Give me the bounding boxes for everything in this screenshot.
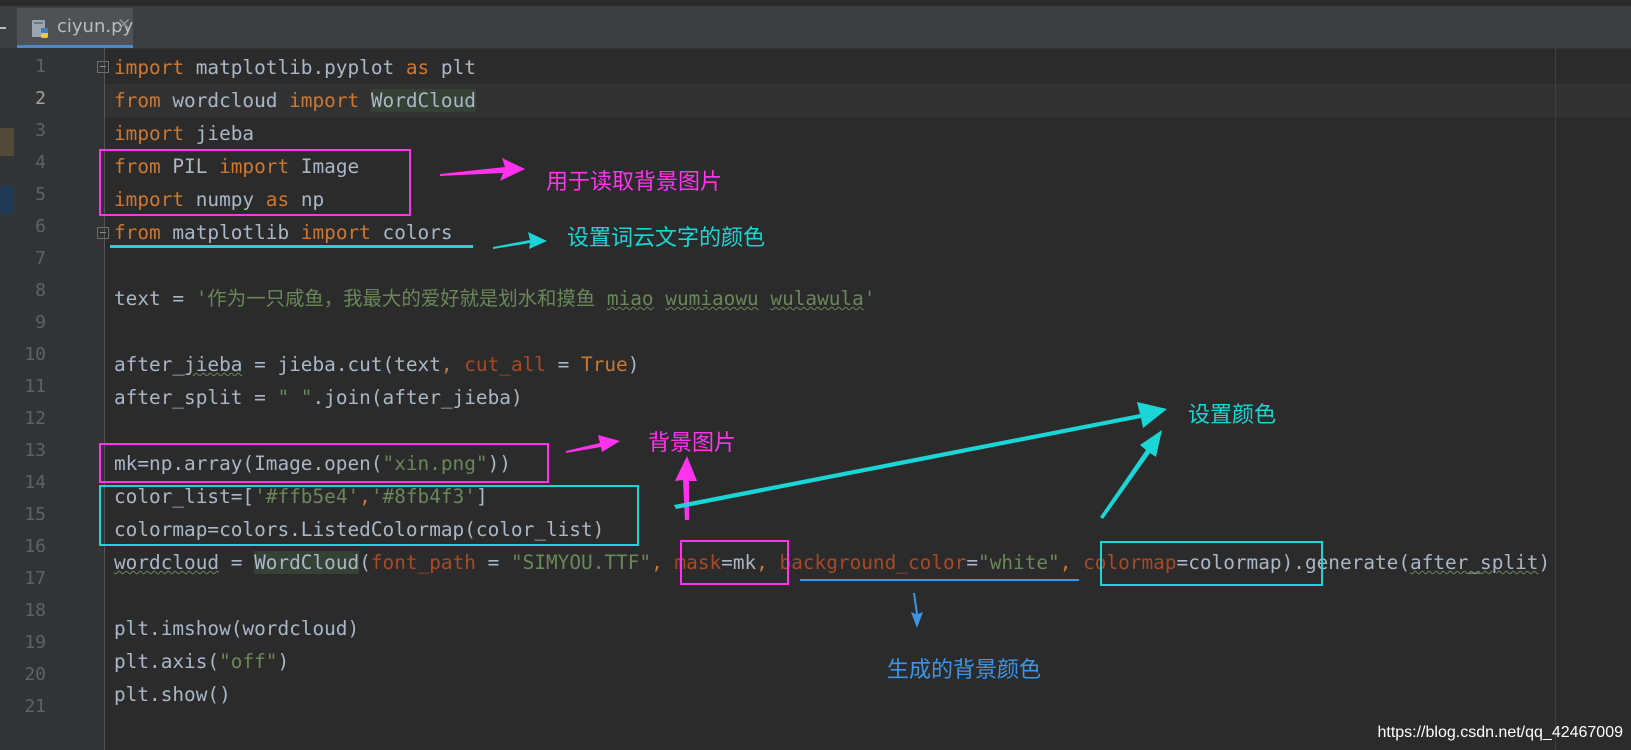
annotation-label: 背景图片 xyxy=(648,431,737,456)
arrow-down-icon xyxy=(911,593,923,628)
arrow-up-right-icon xyxy=(674,402,1167,509)
arrow-right-icon xyxy=(566,435,620,453)
arrow-up-icon xyxy=(675,456,697,520)
annotation-label: 设置颜色 xyxy=(1188,403,1277,428)
arrow-right-icon xyxy=(493,232,547,249)
watermark: https://blog.csdn.net/qq_42467009 xyxy=(1377,724,1623,741)
annotation-label: 用于读取背景图片 xyxy=(546,170,723,195)
arrow-right-icon xyxy=(440,158,525,181)
annotation-label: 设置词云文字的颜色 xyxy=(567,226,766,251)
arrow-up-right-icon xyxy=(1100,430,1162,519)
annotation-arrows xyxy=(440,158,1167,628)
annotation-label: 生成的背景颜色 xyxy=(887,658,1042,683)
